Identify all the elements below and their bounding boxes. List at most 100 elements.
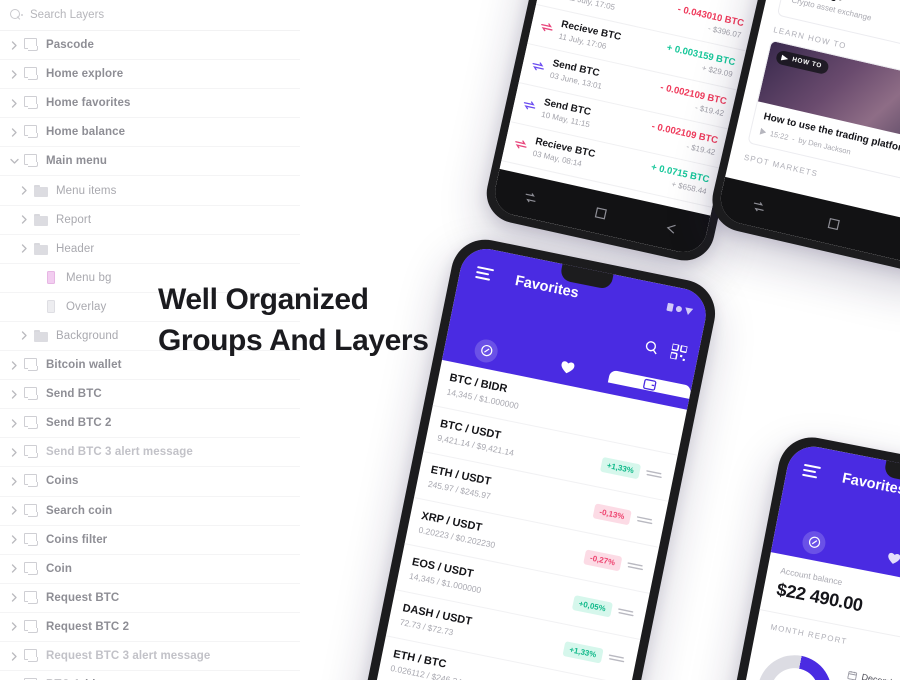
- chevron-right-icon[interactable]: [6, 69, 22, 79]
- artboard-icon: [23, 358, 39, 372]
- artboard-icon: [23, 387, 39, 401]
- layer-row[interactable]: Home explore: [0, 60, 300, 90]
- search-input[interactable]: [30, 9, 250, 21]
- chevron-right-icon[interactable]: [6, 593, 22, 602]
- menu-icon[interactable]: [474, 266, 495, 285]
- layer-label: Search coin: [46, 504, 113, 517]
- chevron-right-icon[interactable]: [6, 390, 22, 399]
- play-glyph-icon: [780, 54, 789, 61]
- home-icon[interactable]: [594, 206, 608, 219]
- tab-favorites[interactable]: [853, 544, 900, 572]
- qr-scan-icon[interactable]: [669, 342, 689, 367]
- header-actions: [642, 338, 689, 367]
- search-icon: [10, 8, 23, 22]
- chevron-down-icon[interactable]: [6, 157, 22, 166]
- layer-row[interactable]: Coins filter: [0, 526, 300, 555]
- home-icon[interactable]: [827, 217, 840, 230]
- chevron-right-icon[interactable]: [6, 448, 22, 457]
- chevron-right-icon[interactable]: [6, 506, 22, 515]
- tab-wallet[interactable]: [607, 369, 692, 399]
- layer-label: Main menu: [46, 155, 107, 168]
- month-label: December: [861, 672, 900, 680]
- sparkline-icon[interactable]: [606, 648, 626, 669]
- change-badge: +1,33%: [599, 456, 642, 479]
- layer-row[interactable]: Request BTC 2: [0, 613, 300, 642]
- sparkline-icon[interactable]: [644, 464, 664, 485]
- change-badge: -0,27%: [582, 548, 623, 571]
- chevron-right-icon[interactable]: [6, 564, 22, 573]
- transfer-arrows-icon: [530, 56, 547, 76]
- layer-label: Bitcoin wallet: [46, 359, 122, 372]
- artboard-icon: [23, 125, 39, 139]
- layer-row[interactable]: Main menu: [0, 147, 300, 177]
- headline-line-1: Well Organized: [158, 283, 369, 316]
- sparkline-icon[interactable]: [634, 510, 654, 531]
- chevron-right-icon[interactable]: [6, 477, 22, 486]
- layer-row[interactable]: Coins: [0, 467, 300, 497]
- layer-row[interactable]: Header: [0, 235, 300, 264]
- chevron-right-icon[interactable]: [6, 622, 22, 632]
- chevron-right-icon[interactable]: [16, 331, 32, 341]
- compass-icon: [472, 336, 500, 365]
- chevron-right-icon[interactable]: [6, 99, 22, 108]
- chevron-right-icon[interactable]: [26, 273, 42, 282]
- chevron-right-icon[interactable]: [6, 535, 22, 544]
- layer-row[interactable]: Coin: [0, 555, 300, 584]
- layer-row[interactable]: Send BTC 2: [0, 409, 300, 439]
- recents-icon[interactable]: [751, 198, 767, 214]
- change-badge: +1,33%: [562, 640, 604, 664]
- layer-label: Send BTC 3 alert message: [46, 446, 193, 459]
- layer-label: Coin: [46, 562, 72, 575]
- chevron-right-icon[interactable]: [6, 419, 22, 428]
- layer-row[interactable]: Request BTC 3 alert message: [0, 642, 300, 672]
- phone-mockup-balance: Favorites Account balance $22 490.00 MON…: [689, 431, 900, 680]
- layer-label: Send BTC 2: [46, 417, 112, 430]
- layer-label: Home explore: [46, 68, 124, 81]
- layer-row[interactable]: Report: [0, 206, 300, 235]
- month-selector[interactable]: December: [847, 669, 900, 680]
- calendar-icon: [847, 670, 858, 680]
- headline: Well Organized Groups And Layers: [158, 279, 429, 361]
- layer-row[interactable]: Menu items: [0, 176, 300, 206]
- tab-favorites[interactable]: [526, 352, 610, 382]
- headline-line-2: Groups And Layers: [158, 324, 429, 358]
- layer-row[interactable]: Search coin: [0, 497, 300, 526]
- play-small-icon: [759, 128, 767, 135]
- chevron-right-icon[interactable]: [6, 40, 22, 50]
- folder-icon: [33, 242, 49, 255]
- layer-label: Menu bg: [66, 271, 112, 284]
- layer-label: Request BTC: [46, 591, 120, 604]
- layer-label: Pascode: [46, 39, 95, 52]
- chevron-right-icon[interactable]: [16, 244, 32, 253]
- chevron-right-icon[interactable]: [6, 651, 22, 661]
- change-badge: -0,13%: [592, 502, 632, 525]
- chevron-right-icon[interactable]: [26, 302, 42, 311]
- sparkline-icon[interactable]: [616, 602, 636, 623]
- layer-row[interactable]: Pascode: [0, 31, 300, 61]
- layer-label: Send BTC: [46, 388, 102, 401]
- layer-row[interactable]: Home balance: [0, 118, 300, 148]
- search-icon[interactable]: [643, 339, 661, 360]
- chevron-right-icon[interactable]: [6, 360, 22, 370]
- layer-row[interactable]: BTC Address: [0, 671, 300, 680]
- howto-badge: HOW TO: [775, 49, 830, 75]
- back-icon[interactable]: [664, 221, 678, 235]
- heart-icon: [561, 361, 575, 374]
- sparkline-icon[interactable]: [625, 556, 645, 577]
- menu-icon[interactable]: [801, 463, 821, 483]
- layer-label: Request BTC 2: [46, 620, 130, 633]
- layer-row[interactable]: Send BTC: [0, 380, 300, 410]
- recents-icon[interactable]: [523, 190, 539, 206]
- artboard-icon: [23, 532, 39, 547]
- chevron-right-icon[interactable]: [16, 215, 32, 224]
- layer-label: Home balance: [46, 126, 126, 139]
- search-layers-row[interactable]: [0, 0, 300, 31]
- layer-row[interactable]: Home favorites: [0, 89, 300, 119]
- layer-row[interactable]: Request BTC: [0, 584, 300, 613]
- layer-row[interactable]: Send BTC 3 alert message: [0, 438, 300, 468]
- compass-icon: [800, 528, 828, 556]
- chevron-right-icon[interactable]: [16, 186, 32, 195]
- artboard-icon: [23, 96, 39, 110]
- layer-label: Home favorites: [46, 97, 131, 110]
- chevron-right-icon[interactable]: [6, 128, 22, 137]
